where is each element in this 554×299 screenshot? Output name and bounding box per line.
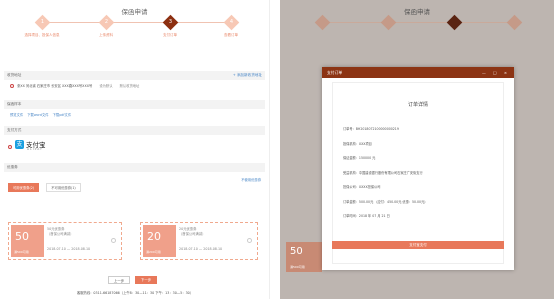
insured-org: 投保机构：XXX项目 <box>343 141 372 146</box>
order-detail-card: 订单详情 订单号：BH2018072100000000219 投保机构：XXX项… <box>332 82 504 264</box>
coupon-2-radio[interactable] <box>247 238 252 243</box>
right-screen: 保函申请 50 满500可用 支付订单 — □ × 订单详情 订单号：BH201… <box>280 0 554 299</box>
footer-hotline: 客服热线：0311-66187066（上午8：30—11：30 下午：13：30… <box>76 291 194 295</box>
pdf-download-link[interactable]: 下载pdf文件 <box>53 113 72 117</box>
modal-window-controls[interactable]: — □ × <box>482 67 510 78</box>
guarantee-amount: 保证金额：150000 元 <box>343 156 376 160</box>
address-row[interactable]: 张XX 河北省 石家庄市 长安区 XXX路XXX号XXX号 设为默认 默认收货地… <box>0 80 269 92</box>
beneficiary: 受益机构：中国建设银行股份有限公司石家庄广安街支行 <box>343 170 423 175</box>
alipay-logo-icon: 支 <box>15 140 24 149</box>
bg-page-title: 保函申请 <box>404 8 430 16</box>
order-amount: 订单金额：500.00元 （应付：450.00元 优惠：50.00元） <box>343 199 428 204</box>
coupon-section: 优惠券 <box>4 163 265 172</box>
alipay-option[interactable]: 支 支付宝 ALIPAY <box>0 135 269 159</box>
left-screen: 保函申请 1 选择项目、投保人信息 2 上传资料 3 支付订单 4 查看订单 收… <box>0 0 270 299</box>
step-1: 1 选择项目、投保人信息 <box>17 14 67 38</box>
template-section: 保函样本 <box>4 100 265 109</box>
order-title: 订单详情 <box>407 102 428 108</box>
add-address-link[interactable]: + 添加新收货地址 <box>233 71 262 80</box>
template-links: 预览文件 下载word文件 下载pdf文件 <box>0 109 269 121</box>
alipay-sub: ALIPAY <box>27 147 43 151</box>
guarantor: 担保公司：XXXX担保公司 <box>343 185 381 189</box>
address-radio[interactable] <box>10 84 14 88</box>
order-time: 订单时间：2018 年 07 月 21 日 <box>343 214 390 218</box>
alipay-radio[interactable] <box>8 145 12 149</box>
next-button[interactable]: 下一步 <box>135 276 157 284</box>
address-section: 收货地址 + 添加新收货地址 <box>4 71 265 80</box>
order-fields: 订单号：BH2018072100000000219 投保机构：XXX项目 保证金… <box>343 122 503 224</box>
word-download-link[interactable]: 下载word文件 <box>27 113 48 117</box>
prev-button[interactable]: 上一步 <box>108 276 130 284</box>
payment-modal: 支付订单 — □ × 订单详情 订单号：BH201807210000000021… <box>322 67 514 270</box>
page-title: 保函申请 <box>121 8 148 16</box>
coupon-card-2[interactable]: 20 满200可用 20元优惠券 （首保公司满减） 2018.07.10 — 20… <box>140 222 258 260</box>
alipay-pay-button[interactable]: 支付宝支付 <box>332 241 504 249</box>
step-4: 4 查看订单 <box>206 14 256 38</box>
coupon-card-1[interactable]: 50 满500可用 50元优惠券 （首保公司满减） 2018.07.10 — 20… <box>8 222 122 260</box>
modal-header: 支付订单 — □ × <box>322 67 514 78</box>
bg-coupon: 50 满500可用 <box>286 242 322 272</box>
coupon-1-radio[interactable] <box>111 238 116 243</box>
coupon-tabs: 可用优惠券(2) 不可用优惠券(1) 不使用优惠券 <box>0 172 269 195</box>
step-2: 2 上传资料 <box>81 14 131 38</box>
step-progress: 1 选择项目、投保人信息 2 上传资料 3 支付订单 4 查看订单 <box>0 14 269 47</box>
step-3: 3 支付订单 <box>145 14 195 38</box>
payment-section: 支付方式 <box>4 126 265 135</box>
tab-available-coupons[interactable]: 可用优惠券(2) <box>8 183 40 192</box>
order-number: 订单号：BH2018072100000000219 <box>343 127 399 131</box>
tab-unavailable-coupons[interactable]: 不可用优惠券(1) <box>46 183 81 192</box>
preview-link[interactable]: 预览文件 <box>10 113 23 117</box>
no-coupon-link[interactable]: 不使用优惠券 <box>241 177 261 182</box>
bg-step-progress <box>280 14 554 47</box>
